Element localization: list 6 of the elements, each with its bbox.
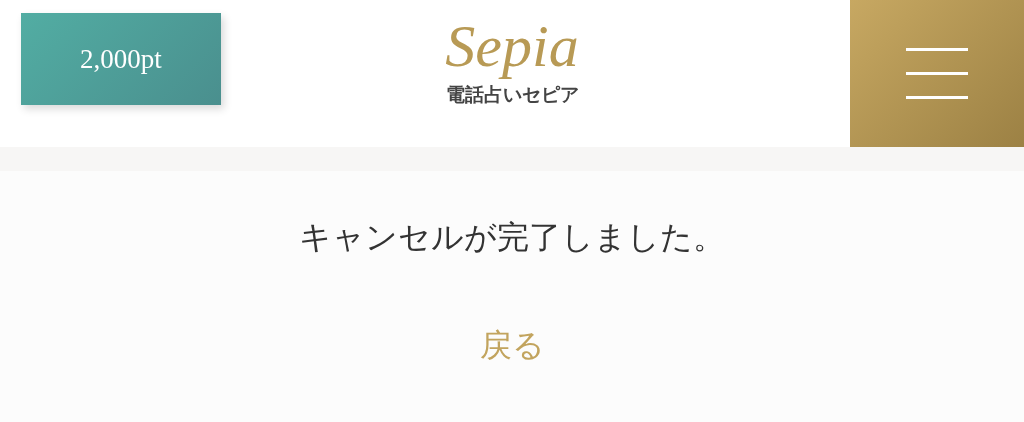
menu-icon [906, 47, 968, 100]
menu-button[interactable] [850, 0, 1024, 147]
status-message: キャンセルが完了しました。 [299, 218, 725, 256]
logo-subtitle: 電話占いセピア [445, 82, 579, 107]
back-link[interactable]: 戻る [479, 321, 545, 369]
points-button[interactable]: 2,000pt [21, 13, 221, 105]
